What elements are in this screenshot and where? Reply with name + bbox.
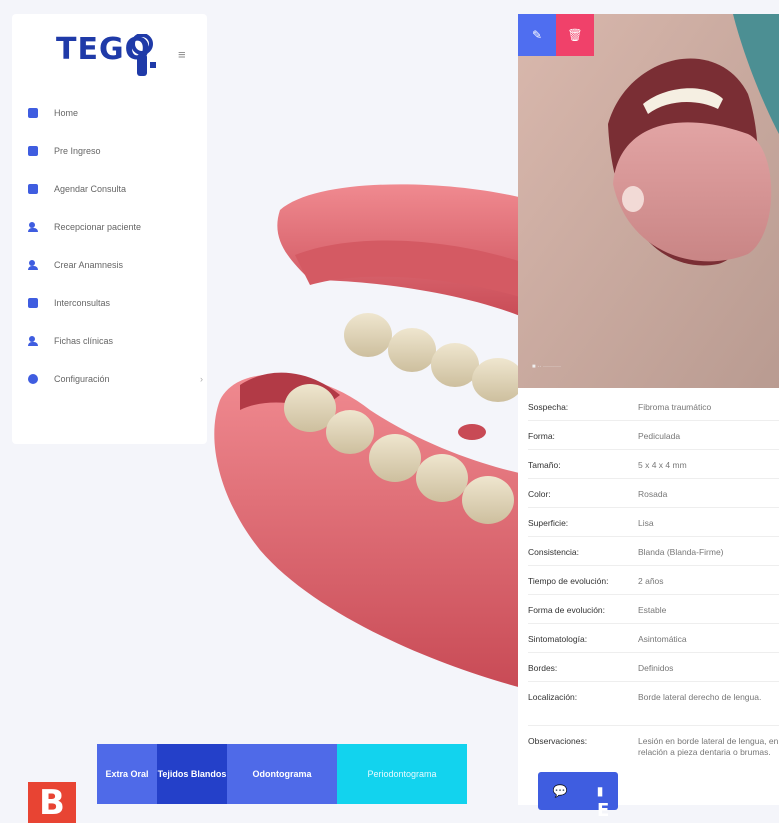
calendar-icon [28,184,38,194]
detail-value: Pediculada [638,431,681,441]
detail-row: Superficie: Lisa [528,508,779,537]
sidebar-item-configuracion[interactable]: Configuración › [28,360,203,398]
exam-tabs: Extra Oral Tejidos Blandos Odontograma P… [97,744,467,804]
detail-key: Superficie: [528,518,569,528]
sidebar-item-home[interactable]: Home [28,94,203,132]
menu-toggle-icon[interactable]: ≡ [178,48,192,61]
sidebar-item-label: Agendar Consulta [54,184,127,194]
sidebar-item-label: Fichas clínicas [54,336,114,346]
detail-key: Tamaño: [528,460,561,470]
detail-value: Blanda (Blanda-Firme) [638,547,724,557]
detail-value: Estable [638,605,667,615]
detail-row: Bordes: Definidos [528,653,779,682]
clinical-photo-image [518,14,779,388]
sidebar-item-recepcionar-paciente[interactable]: Recepcionar paciente [28,208,203,246]
detail-value: Lisa [638,518,654,528]
clinical-photo: ■ ·· ········· [518,14,779,388]
tab-odontograma[interactable]: Odontograma [227,744,337,804]
tab-extra-oral[interactable]: Extra Oral [97,744,157,804]
sidebar-item-label: Crear Anamnesis [54,260,124,270]
delete-button[interactable]: 🗑 [556,14,594,56]
bookmark-icon[interactable]: ▮ [597,784,604,798]
detail-key: Consistencia: [528,547,580,557]
comment-icon[interactable]: 💬 [553,784,568,798]
sidebar-item-label: Home [54,108,79,118]
user-icon [28,260,38,270]
detail-value: Asintomática [638,634,687,644]
tab-periodontograma[interactable]: Periodontograma [337,744,467,804]
sidebar-item-label: Interconsultas [54,298,111,308]
trash-icon: 🗑 [567,28,583,42]
mouth-3d-model[interactable] [200,170,530,690]
sidebar: TEGO ≡ Home Pre Ingreso Agendar Consulta… [12,14,207,444]
detail-row: Forma de evolución: Estable [528,595,779,624]
detail-row: Sospecha: Fibroma traumático [528,392,779,421]
detail-key: Forma de evolución: [528,605,606,615]
detail-key: Color: [528,489,551,499]
detail-value: Lesión en borde lateral de lengua, en re… [638,736,779,757]
home-icon [28,108,38,118]
detail-row: Color: Rosada [528,479,779,508]
detail-row: Localización: Borde lateral derecho de l… [528,682,779,726]
lesion-detail-panel: ■ ·· ········· ✎ 🗑 Sospecha: Fibroma tra… [518,14,779,805]
detail-row: Tamaño: 5 x 4 x 4 mm [528,450,779,479]
lesion-details: Sospecha: Fibroma traumático Forma: Pedi… [528,392,779,786]
photo-caption: ■ ·· ········· [532,364,561,370]
detail-value: 5 x 4 x 4 mm [638,460,687,470]
sidebar-item-pre-ingreso[interactable]: Pre Ingreso [28,132,203,170]
detail-key: Sintomatología: [528,634,588,644]
calendar-icon [28,298,38,308]
sidebar-item-interconsultas[interactable]: Interconsultas [28,284,203,322]
detail-key: Localización: [528,692,578,702]
sidebar-nav: Home Pre Ingreso Agendar Consulta Recepc… [28,94,203,398]
sidebar-item-crear-anamnesis[interactable]: Crear Anamnesis [28,246,203,284]
detail-row: Tiempo de evolución: 2 años [528,566,779,595]
clipboard-icon [28,146,38,156]
figure-marker-label: E [597,800,610,821]
user-icon [28,336,38,346]
detail-value: 2 años [638,576,664,586]
detail-row: Consistencia: Blanda (Blanda-Firme) [528,537,779,566]
sidebar-item-label: Configuración [54,374,110,384]
detail-row: Forma: Pediculada [528,421,779,450]
detail-row: Sintomatología: Asintomática [528,624,779,653]
sidebar-item-label: Recepcionar paciente [54,222,142,232]
detail-value: Fibroma traumático [638,402,712,412]
edit-button[interactable]: ✎ [518,14,556,56]
detail-key: Forma: [528,431,555,441]
sidebar-item-fichas-clinicas[interactable]: Fichas clínicas [28,322,203,360]
detail-key: Tiempo de evolución: [528,576,609,586]
user-icon [28,222,38,232]
logo-figure-icon [131,34,156,76]
detail-value: Borde lateral derecho de lengua. [638,692,762,702]
detail-value: Definidos [638,663,674,673]
detail-key: Bordes: [528,663,558,673]
detail-key: Sospecha: [528,402,569,412]
gear-icon [28,374,38,384]
pencil-icon: ✎ [531,28,543,42]
sidebar-item-agendar-consulta[interactable]: Agendar Consulta [28,170,203,208]
detail-value: Rosada [638,489,668,499]
tab-tejidos-blandos[interactable]: Tejidos Blandos [157,744,227,804]
figure-panel-label: B [28,782,76,823]
sidebar-item-label: Pre Ingreso [54,146,101,156]
